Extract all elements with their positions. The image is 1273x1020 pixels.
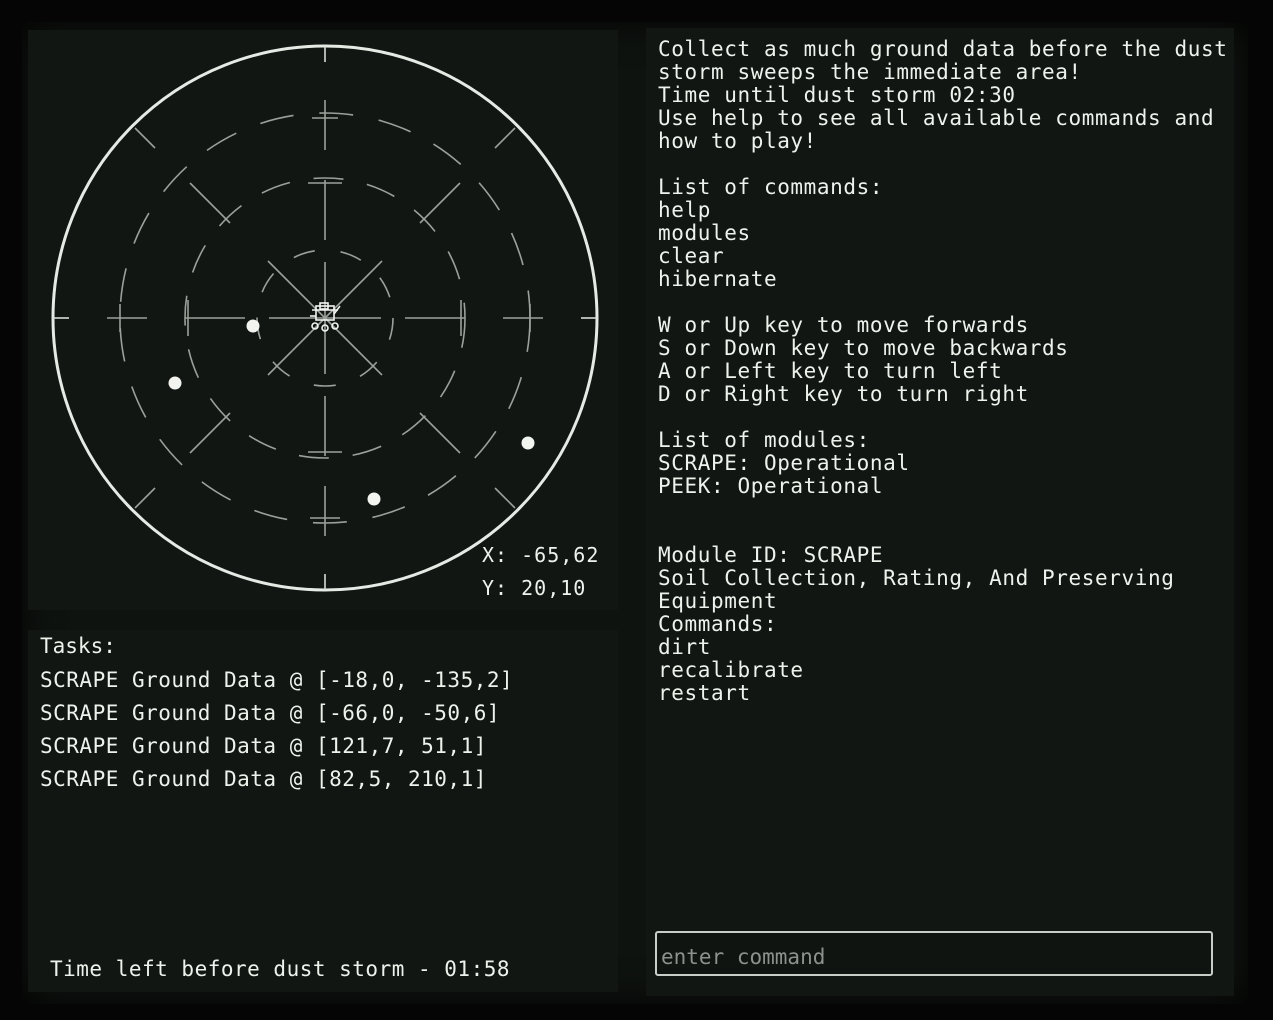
console-line: List of modules: (658, 428, 870, 452)
target-marker (168, 376, 182, 390)
console-line: W or Up key to move forwards (658, 313, 1029, 337)
target-marker (521, 436, 535, 450)
task-item: SCRAPE Ground Data @ [-66,0, -50,6] (40, 701, 501, 725)
console-line: SCRAPE: Operational (658, 451, 910, 475)
coordinate-x-readout: X: -65,62 (482, 543, 600, 567)
tasks-heading: Tasks: (40, 634, 116, 658)
console-line: dirt (658, 635, 711, 659)
target-marker (246, 319, 260, 333)
console-line: Collect as much ground data before the d… (658, 37, 1228, 61)
task-item: SCRAPE Ground Data @ [121,7, 51,1] (40, 734, 487, 758)
console-line: Soil Collection, Rating, And Preserving (658, 566, 1175, 590)
console-line: recalibrate (658, 658, 804, 682)
task-item: SCRAPE Ground Data @ [82,5, 210,1] (40, 767, 487, 791)
console-line: PEEK: Operational (658, 474, 884, 498)
console-line: List of commands: (658, 175, 884, 199)
command-input[interactable] (655, 931, 1213, 976)
console-line: Commands: (658, 612, 778, 636)
console-line: D or Right key to turn right (658, 382, 1029, 406)
console-line: S or Down key to move backwards (658, 336, 1069, 360)
console-line: modules (658, 221, 751, 245)
console-line: hibernate (658, 267, 778, 291)
coordinate-y-readout: Y: 20,10 (482, 576, 587, 600)
console-line: clear (658, 244, 725, 268)
console-line: restart (658, 681, 751, 705)
console-line: A or Left key to turn left (658, 359, 1003, 383)
dust-storm-timer: Time left before dust storm - 01:58 (50, 957, 511, 981)
console-line: how to play! (658, 129, 817, 153)
radar-grid (107, 100, 543, 536)
console-line: Use help to see all available commands a… (658, 106, 1215, 130)
console-line: Module ID: SCRAPE (658, 543, 884, 567)
console-output: Collect as much ground data before the d… (658, 37, 1228, 705)
console-line: Equipment (658, 589, 778, 613)
console-line: storm sweeps the immediate area! (658, 60, 1082, 84)
target-marker (367, 492, 381, 506)
task-item: SCRAPE Ground Data @ [-18,0, -135,2] (40, 668, 514, 692)
radar-display (51, 44, 599, 592)
console-line: Time until dust storm 02:30 (658, 83, 1016, 107)
console-line: help (658, 198, 711, 222)
